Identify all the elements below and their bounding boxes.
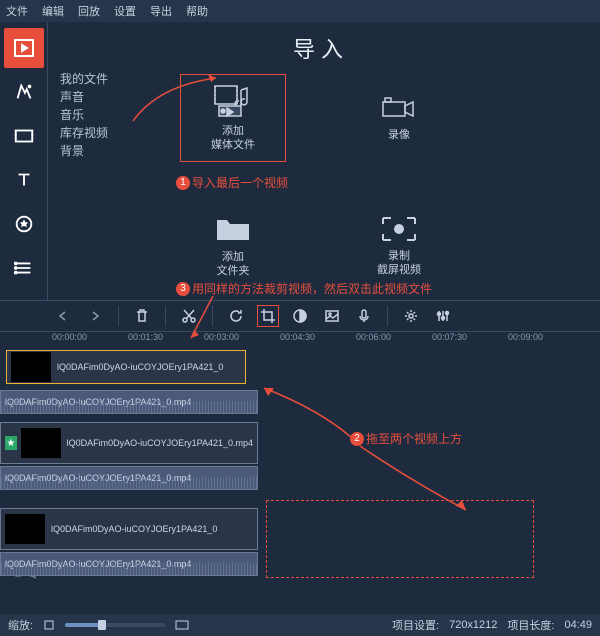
zoom-slider[interactable] xyxy=(65,623,165,627)
tile-label: 录制截屏视频 xyxy=(377,249,421,277)
film-music-icon xyxy=(213,84,253,118)
tile-label: 添加文件夹 xyxy=(217,250,250,278)
cat-music[interactable]: 音乐 xyxy=(60,106,130,124)
zoom-fit-icon[interactable] xyxy=(175,619,189,631)
project-settings-label: 项目设置: xyxy=(392,617,439,633)
settings-button[interactable] xyxy=(400,305,422,327)
equalizer-button[interactable] xyxy=(432,305,454,327)
drop-target-outline xyxy=(266,500,534,578)
timeline-toolbar xyxy=(0,300,600,332)
annotation-3: 3用同样的方法裁剪视频，然后双击此视频文件 xyxy=(176,280,432,297)
titles-tab[interactable] xyxy=(4,160,44,200)
add-folder-tile[interactable]: 添加文件夹 xyxy=(180,202,286,290)
record-camera-tile[interactable]: 录像 xyxy=(346,74,452,162)
clip-audio-3[interactable]: lQ0DAFim0DyAO-iuCOYJOEry1PA421_0.mp4 xyxy=(0,552,258,576)
video-tab[interactable] xyxy=(4,116,44,156)
project-duration-label: 项目长度: xyxy=(507,617,554,633)
rotate-button[interactable] xyxy=(225,305,247,327)
panel-title: 导入 xyxy=(60,32,582,64)
zoom-label: 缩放: xyxy=(8,617,33,633)
import-tab[interactable] xyxy=(4,28,44,68)
annotation-1: 1导入最后一个视频 xyxy=(176,174,288,191)
project-settings-value[interactable]: 720x1212 xyxy=(449,619,497,631)
screen-record-tile[interactable]: 录制截屏视频 xyxy=(346,202,452,290)
undo-button[interactable] xyxy=(52,305,74,327)
menu-playback[interactable]: 回放 xyxy=(78,3,100,19)
tile-label: 录像 xyxy=(388,128,410,142)
clip-video-2[interactable]: lQ0DAFim0DyAO-iuCOYJOEry1PA421_0 xyxy=(0,508,258,550)
import-panel: 导入 我的文件 声音 音乐 库存视频 背景 添加媒体文件 录像 xyxy=(48,22,600,300)
menubar: 文件 编辑 回放 设置 导出 帮助 xyxy=(0,0,600,22)
menu-file[interactable]: 文件 xyxy=(6,3,28,19)
left-toolbar xyxy=(0,22,48,300)
menu-help[interactable]: 帮助 xyxy=(186,3,208,19)
more-tab[interactable] xyxy=(4,248,44,288)
filters-tab[interactable] xyxy=(4,72,44,112)
cut-button[interactable] xyxy=(178,305,200,327)
cat-stock[interactable]: 库存视频 xyxy=(60,124,130,142)
project-duration-value: 04:49 xyxy=(564,619,592,631)
category-list: 我的文件 声音 音乐 库存视频 背景 xyxy=(60,70,130,290)
annotation-arrow-2 xyxy=(260,380,480,520)
clip-audio-2[interactable]: lQ0DAFim0DyAO-iuCOYJOEry1PA421_0.mp4 xyxy=(0,466,258,490)
clip-overlay-1[interactable]: lQ0DAFim0DyAO-iuCOYJOEry1PA421_0 xyxy=(6,350,246,384)
image-button[interactable] xyxy=(321,305,343,327)
zoom-out-icon[interactable] xyxy=(43,619,55,631)
annotation-2: 2拖至两个视频上方 xyxy=(350,430,462,447)
color-button[interactable] xyxy=(289,305,311,327)
menu-export[interactable]: 导出 xyxy=(150,3,172,19)
cat-sound[interactable]: 声音 xyxy=(60,88,130,106)
cat-bg[interactable]: 背景 xyxy=(60,142,130,160)
crop-button[interactable] xyxy=(257,305,279,327)
cat-myfiles[interactable]: 我的文件 xyxy=(60,70,130,88)
camera-icon xyxy=(379,94,419,122)
clip-video-1[interactable]: ★lQ0DAFim0DyAO-iuCOYJOEry1PA421_0.mp4 xyxy=(0,422,258,464)
mic-button[interactable] xyxy=(353,305,375,327)
timeline-ruler[interactable]: 00:00:0000:01:3000:03:0000:04:3000:06:00… xyxy=(0,332,600,350)
tile-label: 添加媒体文件 xyxy=(211,124,255,152)
clip-audio-1[interactable]: lQ0DAFim0DyAO-iuCOYJOEry1PA421_0.mp4 xyxy=(0,390,258,414)
stickers-tab[interactable] xyxy=(4,204,44,244)
delete-button[interactable] xyxy=(131,305,153,327)
folder-icon xyxy=(214,214,252,244)
statusbar: 缩放: 项目设置: 720x1212 项目长度: 04:49 xyxy=(0,614,600,636)
menu-settings[interactable]: 设置 xyxy=(114,3,136,19)
menu-edit[interactable]: 编辑 xyxy=(42,3,64,19)
redo-button[interactable] xyxy=(84,305,106,327)
add-media-tile[interactable]: 添加媒体文件 xyxy=(180,74,286,162)
timeline[interactable]: lQ0DAFim0DyAO-iuCOYJOEry1PA421_0 lQ0DAFi… xyxy=(0,350,600,614)
screen-record-icon xyxy=(380,215,418,243)
